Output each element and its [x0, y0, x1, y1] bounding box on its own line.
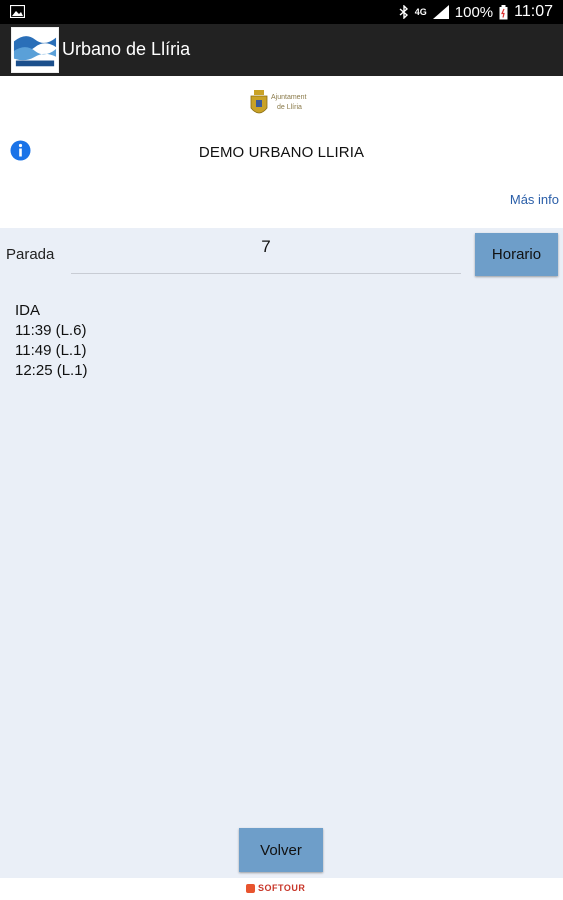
schedule-list: IDA 11:39 (L.6) 11:49 (L.1) 12:25 (L.1) [15, 301, 88, 381]
network-type-label: 4G [414, 7, 427, 17]
back-button[interactable]: Volver [239, 828, 323, 872]
brand-name: SOFTOUR [258, 883, 306, 893]
crest-text-line2: de Llíria [277, 104, 302, 111]
brand-logo: SOFTOUR [246, 883, 305, 893]
action-bar: Urbano de Llíria [0, 24, 563, 76]
stop-label: Parada [6, 246, 55, 263]
page-title: DEMO URBANO LLIRIA [198, 144, 365, 161]
signal-icon [432, 5, 449, 19]
image-notification-icon [10, 5, 25, 18]
battery-percent: 100% [454, 3, 494, 21]
stop-number-input[interactable] [71, 234, 461, 274]
battery-icon [499, 4, 508, 19]
brand-mark-icon [246, 883, 255, 893]
app-logo-icon[interactable] [11, 27, 59, 73]
header: Ajuntament de Llíria DEMO URBANO LLIRIA … [0, 76, 563, 228]
bluetooth-icon [399, 5, 408, 19]
footer: SOFTOUR [0, 878, 563, 900]
more-info-link[interactable]: Más info [510, 192, 559, 207]
crest-text: Ajuntament de Llíria [271, 93, 306, 113]
direction-label: IDA [15, 302, 41, 319]
arrival-item: 12:25 (L.1) [15, 362, 88, 379]
app-title: Urbano de Llíria [62, 39, 191, 59]
coat-of-arms-icon [250, 90, 268, 114]
status-bar: 4G 100% 11:07 [0, 0, 563, 24]
clock: 11:07 [514, 3, 553, 20]
main-panel: Parada Horario IDA 11:39 (L.6) 11:49 (L.… [0, 228, 563, 878]
arrival-item: 11:39 (L.6) [15, 322, 87, 339]
crest-text-line1: Ajuntament [271, 94, 307, 101]
arrival-item: 11:49 (L.1) [15, 342, 87, 359]
schedule-button[interactable]: Horario [475, 233, 558, 276]
